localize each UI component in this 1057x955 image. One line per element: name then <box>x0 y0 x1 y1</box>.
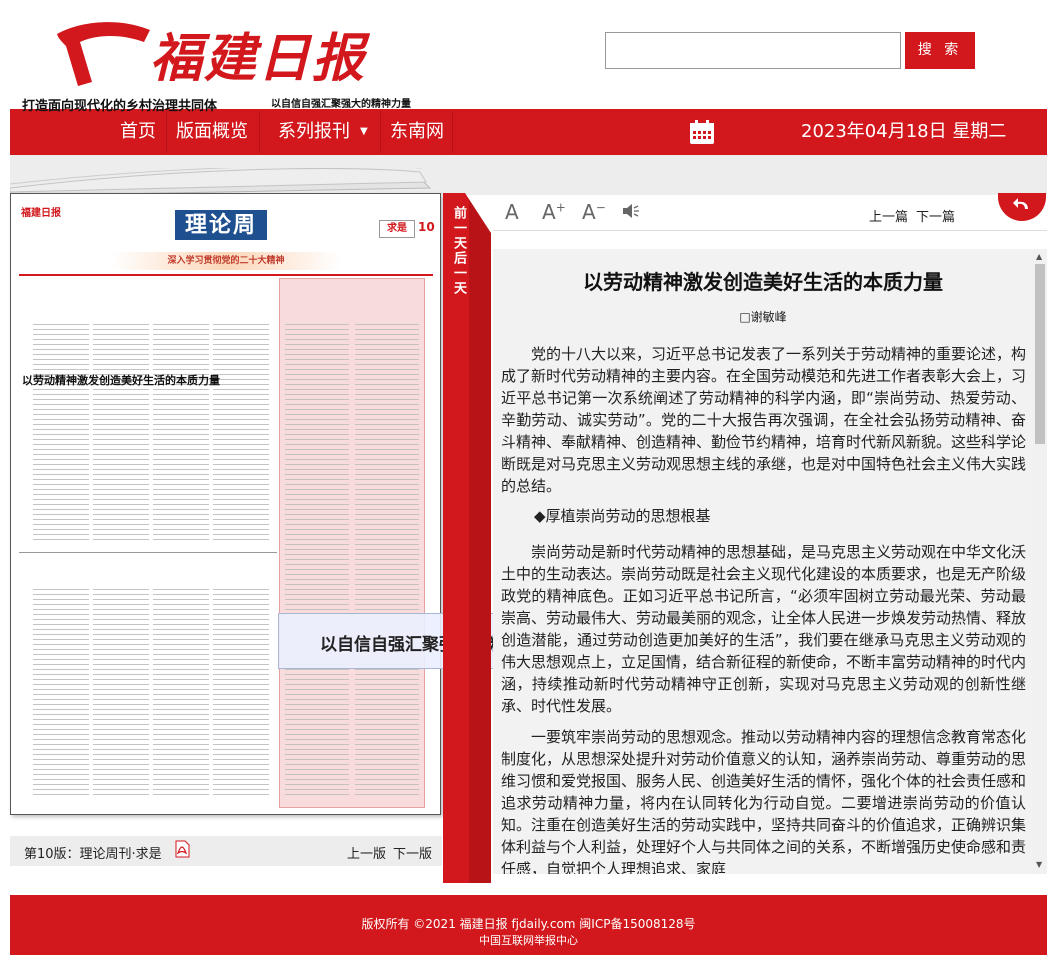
text-column <box>285 664 349 799</box>
font-decrease-button[interactable]: A− <box>582 200 606 224</box>
nav-divider <box>380 111 381 153</box>
nav-series-newspapers[interactable]: 系列报刊 ▼ <box>278 109 368 155</box>
prev-next-day-ribbon[interactable]: 前一天后一天 <box>443 193 469 303</box>
footer-copyright: 版权所有 ©2021 福建日报 fjdaily.com 闽ICP备1500812… <box>361 917 696 931</box>
text-column <box>355 664 419 799</box>
text-column <box>93 589 149 799</box>
scroll-up-icon[interactable]: ▲ <box>1036 252 1042 261</box>
minus-icon: − <box>595 200 606 215</box>
text-column <box>213 589 269 799</box>
chevron-down-icon: ▼ <box>360 126 368 137</box>
pdf-icon[interactable] <box>174 840 190 858</box>
font-increase-button[interactable]: A+ <box>542 200 566 224</box>
text-column <box>33 324 89 544</box>
page-rule <box>19 274 433 276</box>
nav-dongnan[interactable]: 东南网 <box>390 109 444 155</box>
text-column <box>285 324 349 614</box>
article-paragraph: 党的十八大以来，习近平总书记发表了一系列关于劳动精神的重要论述，构成了新时代劳动… <box>501 345 1027 495</box>
page-number: 10 <box>418 220 435 234</box>
fujian-daily-logo[interactable]: 福建日报 <box>52 12 364 92</box>
newspaper-page[interactable]: 福建日报 理论周刊 求是 10 深入学习贯彻党的二十大精神 <box>10 193 441 815</box>
font-increase-label: A <box>542 200 556 224</box>
page-logo: 福建日报 <box>21 208 61 219</box>
logo-mark-icon <box>57 22 150 86</box>
plus-icon: + <box>555 200 566 215</box>
text-column <box>93 324 149 544</box>
page-headline[interactable]: 以劳动精神激发创造美好生活的本质力量 <box>22 372 220 388</box>
font-decrease-label: A <box>582 200 596 224</box>
text-column <box>213 324 269 544</box>
speaker-icon[interactable] <box>622 203 640 219</box>
font-reset-button[interactable]: A <box>505 200 519 224</box>
prev-article-link[interactable]: 上一篇 <box>869 206 908 225</box>
page-label: 第10版：理论周刊·求是 <box>24 847 162 862</box>
search-input[interactable] <box>605 32 901 69</box>
nav-layout-overview[interactable]: 版面概览 <box>176 109 248 155</box>
page-qiushi-badge: 求是 <box>379 220 415 238</box>
footer-report-center-link[interactable]: 中国互联网举报中心 <box>10 932 1047 948</box>
article-toolbar <box>493 195 1047 231</box>
back-arrow-icon <box>1013 198 1028 209</box>
prev-page-link[interactable]: 上一版 <box>347 843 386 862</box>
text-column <box>153 589 209 799</box>
nav-divider <box>452 111 453 153</box>
page-headline[interactable]: 打造面向现代化的乡村治理共同体 <box>22 95 217 114</box>
text-column <box>33 589 89 799</box>
divider <box>19 552 277 553</box>
scrollbar-thumb[interactable] <box>1035 264 1045 444</box>
next-article-link[interactable]: 下一篇 <box>916 206 955 225</box>
page-section-title: 理论周刊 <box>175 210 267 268</box>
next-page-link[interactable]: 下一版 <box>393 843 432 862</box>
nav-divider <box>166 111 167 153</box>
main-nav: 首页 版面概览 系列报刊 ▼ 东南网 2023年04月18日 星期二 <box>10 109 1047 155</box>
prev-next-day-label[interactable]: 前一天后一天 <box>451 206 466 296</box>
text-column <box>355 324 419 614</box>
page-banner: 深入学习贯彻党的二十大精神 <box>111 252 341 270</box>
article-paragraph: 崇尚劳动是新时代劳动精神的思想基础，是马克思主义劳动观在中华文化沃土中的生动表达… <box>501 543 1027 715</box>
search-button[interactable]: 搜 索 <box>905 32 975 69</box>
page-headline[interactable]: 以自信自强汇聚强大的精神力量 <box>271 95 411 110</box>
nav-divider <box>259 111 260 153</box>
article-author: □谢敏峰 <box>739 310 787 324</box>
scroll-down-icon[interactable]: ▼ <box>1036 860 1042 869</box>
text-column <box>153 324 209 544</box>
article-title: 以劳动精神激发创造美好生活的本质力量 <box>583 270 943 294</box>
article-subheading: ◆厚植崇尚劳动的思想根基 <box>534 507 711 525</box>
nav-home[interactable]: 首页 <box>120 109 156 155</box>
logo-text: 福建日报 <box>150 28 367 89</box>
nav-series-label: 系列报刊 <box>278 121 350 142</box>
current-date: 2023年04月18日 星期二 <box>801 121 1007 142</box>
page-masthead: 福建日报 理论周刊 求是 10 <box>11 194 440 268</box>
calendar-icon[interactable] <box>689 119 715 145</box>
article-paragraph: 一要筑牢崇尚劳动的思想观念。推动以劳动精神内容的理想信念教育常态化制度化，从思想… <box>501 728 1026 874</box>
